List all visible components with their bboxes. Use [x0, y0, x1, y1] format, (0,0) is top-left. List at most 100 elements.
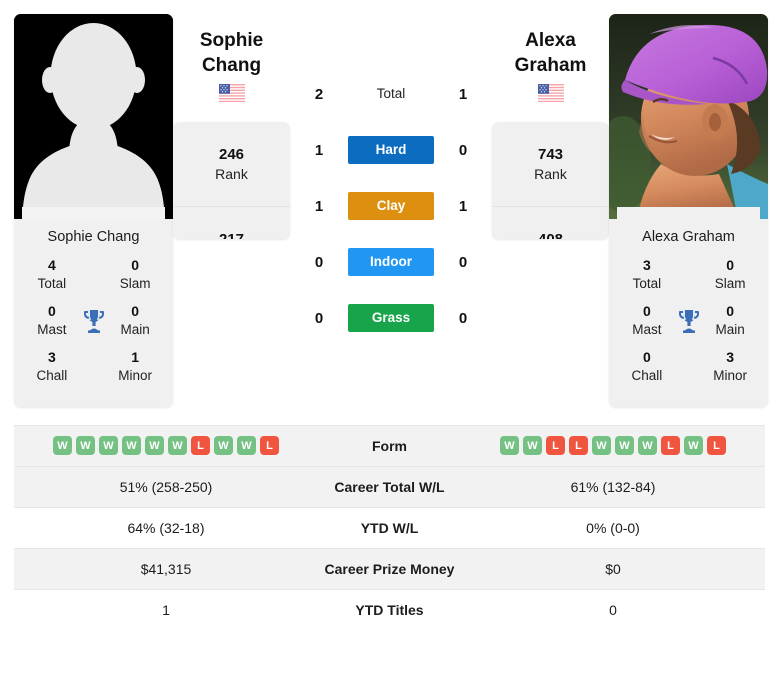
- player-photo-image: [609, 14, 768, 219]
- right-high-value: 408: [538, 230, 563, 239]
- h2h-grass-left-score: 0: [314, 309, 324, 327]
- left-high-segment: 217 High: [173, 207, 290, 239]
- left-form-badge-0[interactable]: W: [53, 436, 72, 456]
- h2h-total-left-score: 2: [314, 85, 324, 103]
- left-career-prize-money: $41,315: [14, 547, 318, 590]
- right-form-strip: WWLLWWWLWL: [461, 436, 765, 456]
- avatar-placeholder-icon: [14, 14, 173, 219]
- honour-row-chall-minor: 3 Chall 1 Minor: [14, 346, 173, 392]
- h2h-hard-right-score: 0: [458, 141, 468, 159]
- left-player-name-caption: Sophie Chang: [14, 219, 173, 254]
- left-player-photo: [14, 14, 173, 219]
- left-form-badge-6[interactable]: L: [191, 436, 210, 456]
- right-rank-label: Rank: [534, 165, 567, 182]
- honour-row-chall-minor: 0 Chall 3 Minor: [609, 346, 768, 392]
- h2h-clay-left-score: 1: [314, 197, 324, 215]
- h2h-indoor-badge[interactable]: Indoor: [348, 248, 434, 276]
- honour-row-total-slam: 4 Total 0 Slam: [14, 254, 173, 300]
- row-label-form: Form: [318, 424, 461, 467]
- form-cell-right: WWLLWWWLWL: [461, 424, 765, 467]
- honour-main-value: 0: [131, 303, 139, 320]
- table-row-ytd-wl: 64% (32-18) YTD W/L 0% (0-0): [14, 506, 765, 549]
- right-player-photo: [609, 14, 768, 219]
- honour-chall-value: 0: [642, 349, 651, 366]
- row-label-ytd-titles: YTD Titles: [318, 588, 461, 631]
- left-form-badge-4[interactable]: W: [145, 436, 164, 456]
- left-player-rank-card[interactable]: 246 Rank 217 High 27 Age Plays: [173, 122, 290, 240]
- row-label-career-prize-money: Career Prize Money: [318, 547, 461, 590]
- right-player-card[interactable]: Alexa Graham 3 Total 0 Slam 0 Mast 0 Mai…: [609, 14, 768, 407]
- left-form-badge-3[interactable]: W: [122, 436, 141, 456]
- right-form-badge-1[interactable]: W: [523, 436, 542, 456]
- left-player-honours: 4 Total 0 Slam 0 Mast 0 Main 3 Chall 1 M…: [14, 254, 173, 407]
- right-form-badge-2[interactable]: L: [546, 436, 565, 456]
- right-form-badge-5[interactable]: W: [615, 436, 634, 456]
- honour-mast: 0 Mast: [621, 303, 673, 338]
- honour-slam-value: 0: [726, 257, 734, 273]
- h2h-grass-right-score: 0: [458, 309, 468, 327]
- honour-minor-value: 3: [726, 349, 734, 366]
- compare-header: Sophie Chang 4 Total 0 Slam 0 Mast 0 Mai…: [0, 0, 779, 407]
- row-label-career-total-wl: Career Total W/L: [318, 465, 461, 508]
- trophy-icon: [83, 309, 104, 333]
- h2h-total-right-score: 1: [458, 85, 468, 103]
- left-ytd-wl: 64% (32-18): [14, 506, 318, 549]
- h2h-clay-badge[interactable]: Clay: [348, 192, 434, 220]
- left-rank-value: 246: [218, 146, 245, 164]
- honour-total-value: 4: [47, 257, 56, 273]
- right-career-prize-money: $0: [461, 547, 765, 590]
- h2h-row-indoor: 0 Indoor 0: [290, 234, 492, 290]
- right-form-badge-6[interactable]: W: [638, 436, 657, 456]
- right-ytd-wl: 0% (0-0): [461, 506, 765, 549]
- right-form-badge-7[interactable]: L: [661, 436, 680, 456]
- honour-slam-value: 0: [131, 257, 139, 273]
- table-row-career-prize-money: $41,315 Career Prize Money $0: [14, 547, 765, 590]
- comparison-stats-table: WWWWWWLWWL Form WWLLWWWLWL 51% (258-250)…: [14, 424, 765, 631]
- left-form-badge-2[interactable]: W: [99, 436, 118, 456]
- honour-minor-label: Minor: [118, 368, 152, 384]
- h2h-row-clay: 1 Clay 1: [290, 178, 492, 234]
- left-player-heading: Sophie Chang: [200, 14, 263, 78]
- left-form-strip: WWWWWWLWWL: [14, 436, 318, 456]
- left-form-badge-7[interactable]: W: [214, 436, 233, 456]
- honour-slam: 0 Slam: [704, 257, 756, 292]
- h2h-total-label: Total: [376, 86, 406, 101]
- honour-total: 4 Total: [26, 257, 78, 292]
- honour-row-total-slam: 3 Total 0 Slam: [609, 254, 768, 300]
- honour-row-mast-main: 0 Mast 0 Main: [609, 300, 768, 346]
- us-flag-icon-left: [218, 84, 245, 103]
- honour-total-label: Total: [37, 275, 67, 291]
- right-form-badge-0[interactable]: W: [500, 436, 519, 456]
- row-label-ytd-wl: YTD W/L: [318, 506, 461, 549]
- honour-mast-value: 0: [642, 303, 651, 320]
- honour-mast: 0 Mast: [26, 303, 78, 338]
- right-form-badge-9[interactable]: L: [707, 436, 726, 456]
- left-player-first-name: Sophie: [199, 30, 264, 51]
- left-form-badge-8[interactable]: W: [237, 436, 256, 456]
- left-career-total-wl: 51% (258-250): [14, 465, 318, 508]
- h2h-grass-badge[interactable]: Grass: [348, 304, 434, 332]
- right-high-segment: 408 High: [492, 207, 609, 239]
- honour-chall: 3 Chall: [26, 349, 78, 384]
- right-form-badge-4[interactable]: W: [592, 436, 611, 456]
- right-player-rank-card[interactable]: 743 Rank 408 High 26 Age Plays: [492, 122, 609, 240]
- right-form-badge-3[interactable]: L: [569, 436, 588, 456]
- honour-total-label: Total: [632, 275, 662, 291]
- left-form-badge-1[interactable]: W: [76, 436, 95, 456]
- right-player-name-caption: Alexa Graham: [609, 219, 768, 254]
- honour-slam-label: Slam: [714, 275, 746, 291]
- right-career-total-wl: 61% (132-84): [461, 465, 765, 508]
- right-form-badge-8[interactable]: W: [684, 436, 703, 456]
- left-player-card[interactable]: Sophie Chang 4 Total 0 Slam 0 Mast 0 Mai…: [14, 14, 173, 407]
- left-player-last-name: Chang: [201, 55, 262, 77]
- head-to-head-column: 2 Total 1 1 Hard 0 1 Clay 1 0 Indoor 0 0: [290, 14, 492, 346]
- honour-mast-label: Mast: [632, 322, 662, 338]
- left-form-badge-9[interactable]: L: [260, 436, 279, 456]
- left-form-badge-5[interactable]: W: [168, 436, 187, 456]
- honour-slam: 0 Slam: [109, 257, 161, 292]
- left-high-value: 217: [219, 230, 244, 239]
- h2h-hard-badge[interactable]: Hard: [348, 136, 434, 164]
- left-ytd-titles: 1: [14, 588, 318, 631]
- honour-main-value: 0: [726, 303, 734, 320]
- honour-mast-value: 0: [47, 303, 56, 320]
